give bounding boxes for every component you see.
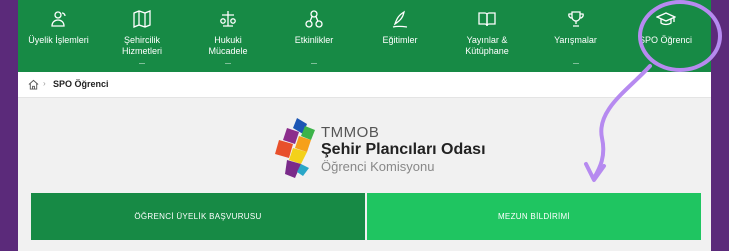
nav-item-sehircilik-hizmetleri[interactable]: Şehircilik Hizmetleri <box>99 0 185 72</box>
graduate-notification-button[interactable]: MEZUN BİLDİRİMİ <box>367 193 701 240</box>
book-icon <box>443 8 531 30</box>
logo: TMMOB Şehir Plancıları Odası Öğrenci Kom… <box>273 116 573 188</box>
nav-label: Yayınlar & Kütüphane <box>465 35 509 56</box>
nav-divider <box>225 63 231 64</box>
nav-label: Eğitimler <box>382 35 418 45</box>
logo-title: TMMOB <box>321 124 380 141</box>
pen-icon <box>357 8 443 30</box>
nav-label: Etkinlikler <box>294 35 334 45</box>
nav-label: Yarışmalar <box>554 35 597 45</box>
nav-item-yayinlar-kutuphane[interactable]: Yayınlar & Kütüphane <box>443 0 531 72</box>
nav-item-uyelik-islemleri[interactable]: Üyelik İşlemleri <box>18 0 99 72</box>
nav-divider <box>311 63 317 64</box>
trophy-icon <box>531 8 620 30</box>
page-frame: Üyelik İşlemleri Şehircilik Hizmetleri H… <box>18 0 722 251</box>
nav-label: Üyelik İşlemleri <box>28 35 89 45</box>
logo-name: Şehir Plancıları Odası <box>321 141 486 158</box>
users-icon <box>18 8 99 30</box>
map-icon <box>99 8 185 30</box>
annotation-arrow <box>584 64 652 182</box>
scale-icon <box>185 8 271 30</box>
breadcrumb-current: SPO Öğrenci <box>53 79 109 89</box>
logo-subtitle: Öğrenci Komisyonu <box>321 159 435 174</box>
nav-label: Hukuki Mücadele <box>208 35 248 56</box>
nav-label: Şehircilik Hizmetleri <box>121 35 162 56</box>
breadcrumb-separator: › <box>43 79 46 88</box>
network-icon <box>271 8 357 30</box>
nav-divider <box>139 63 145 64</box>
spo-logo-mark <box>275 118 315 178</box>
nav-item-etkinlikler[interactable]: Etkinlikler <box>271 0 357 72</box>
home-icon[interactable] <box>28 79 39 90</box>
nav-item-hukuki-mucadele[interactable]: Hukuki Mücadele <box>185 0 271 72</box>
nav-item-egitimler[interactable]: Eğitimler <box>357 0 443 72</box>
student-membership-application-button[interactable]: ÖĞRENCİ ÜYELİK BAŞVURUSU <box>31 193 365 240</box>
